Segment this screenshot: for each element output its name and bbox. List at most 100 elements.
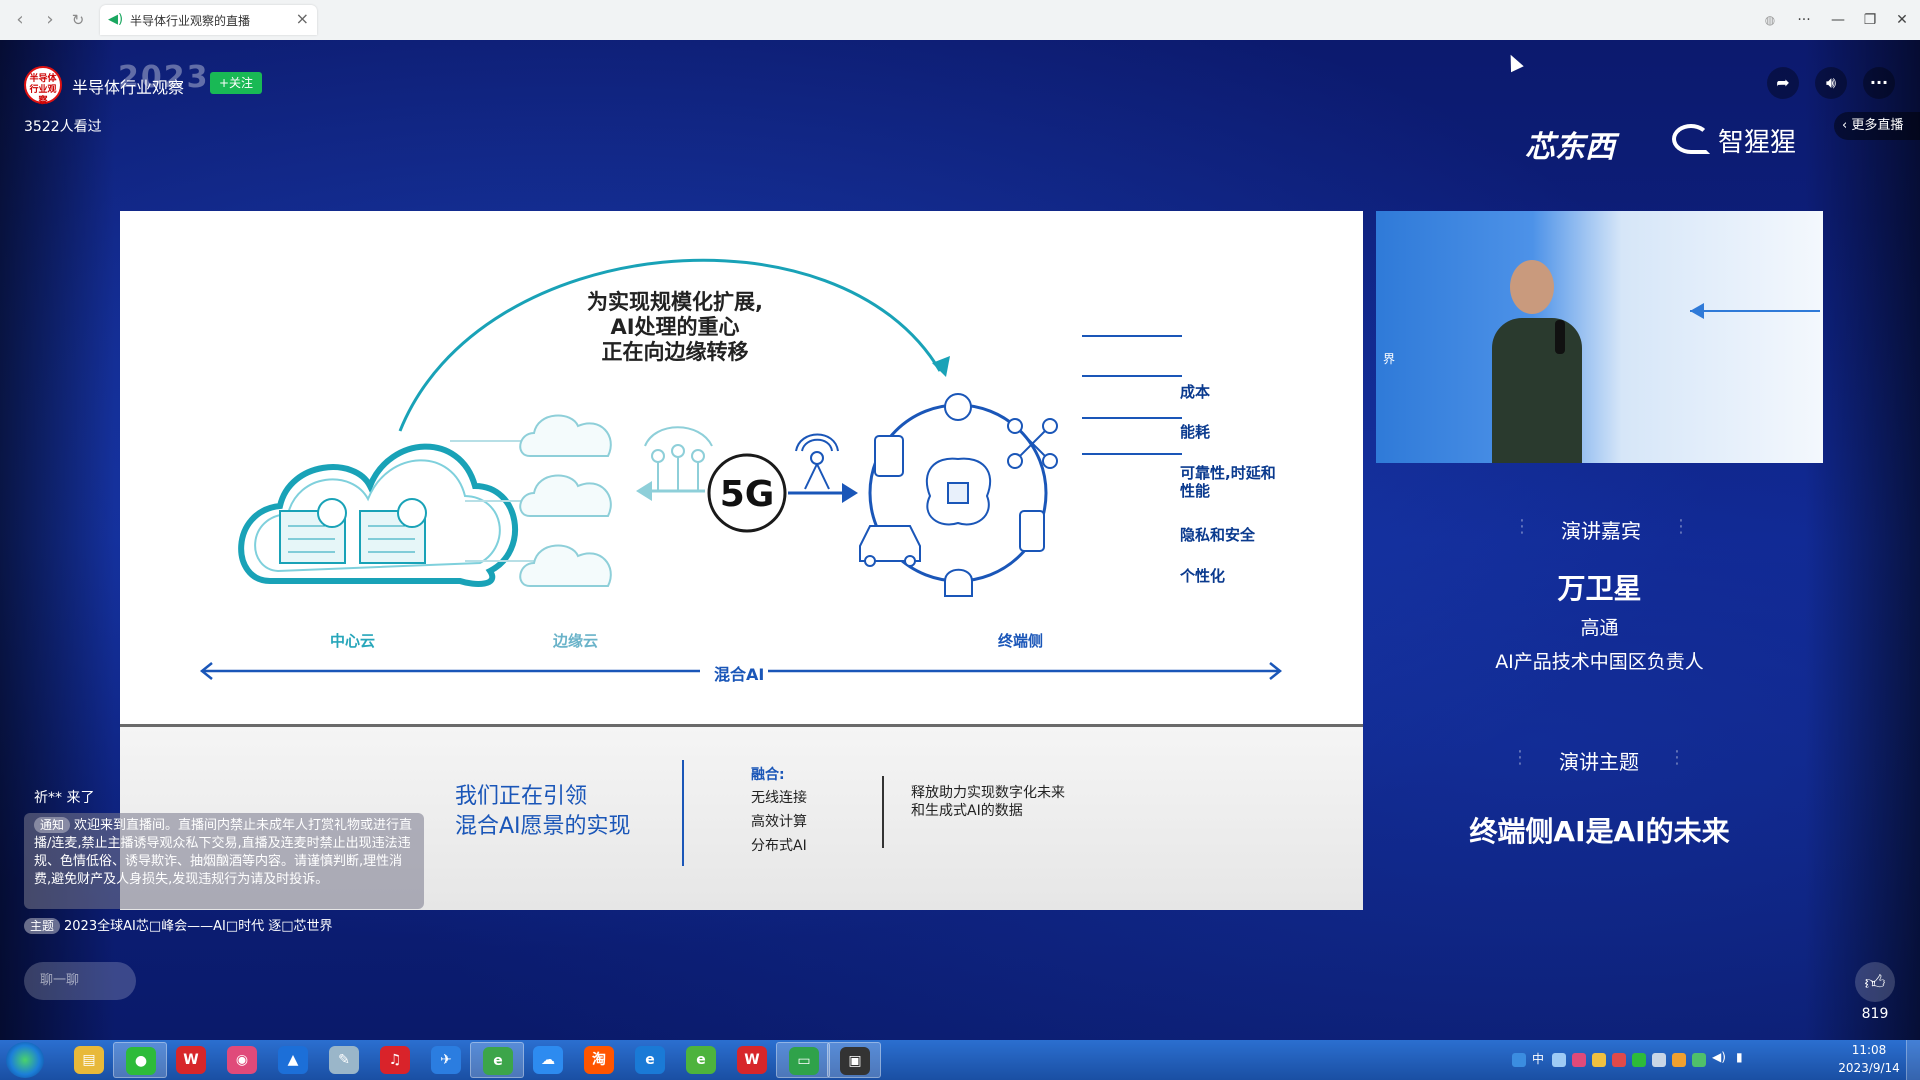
network-tray-icon[interactable] [1552,1053,1566,1067]
slide-separator [682,760,684,866]
share-icon[interactable]: ➦ [1767,67,1799,99]
microphone-icon [1555,320,1565,354]
speech-topic: 终端侧AI是AI的未来 [1469,815,1730,848]
notice-message: 通知 欢迎来到直播间。直播间内禁止未成年人打赏礼物或进行直播/连麦,禁止主播诱导观… [24,813,424,909]
center-cloud-icon [238,443,518,587]
more-live-label: 更多直播 [1851,118,1904,133]
taskbar-app-browser-360[interactable]: e [674,1042,728,1078]
benefit-item: 能耗 [1180,423,1211,441]
slide-headline-line: 正在向边缘转移 [601,340,749,364]
back-button[interactable]: ‹ [8,8,32,32]
app-tray-icon[interactable] [1652,1053,1666,1067]
topic-label: 演讲主题 [1559,750,1639,774]
taskbar-app-mountain-app[interactable]: ▲ [266,1042,320,1078]
music-app-icon: ♫ [380,1046,410,1074]
release-text-line: 释放助力实现数字化未来 [911,785,1065,801]
menu-button[interactable]: ··· [1790,8,1818,32]
audio-playing-icon: ◀) [108,12,124,27]
decor-left-icon: ⋮ [1513,516,1531,537]
wechat-tray-icon[interactable] [1632,1053,1646,1067]
forward-button[interactable]: › [38,8,62,32]
edge-cloud-icon [519,414,612,587]
taskbar-app-color-app[interactable]: ◉ [215,1042,269,1078]
fusion-item: 分布式AI [751,838,807,854]
media-app-icon: ▣ [840,1047,870,1075]
chat-input[interactable]: 聊一聊 [24,962,136,1000]
follow-button[interactable]: +关注 [210,72,262,94]
fusion-title: 融合: [751,767,785,783]
restore-button[interactable]: ❐ [1856,8,1884,32]
show-desktop-button[interactable] [1906,1040,1920,1080]
app-tray-icon[interactable] [1592,1053,1606,1067]
brand-logo-left: 芯东西 [1525,130,1615,165]
stage-vignette-right [1805,40,1920,1040]
reload-button[interactable]: ↻ [66,8,90,32]
brand-logo-right: 智猩猩 [1718,128,1797,158]
browser-green-icon: e [483,1047,513,1075]
wechat-icon: ● [126,1047,156,1075]
speaker-video [1376,211,1823,463]
taskbar-app-remote-desktop[interactable]: ▭ [776,1042,830,1078]
app-tray-icon[interactable] [1692,1053,1706,1067]
close-button[interactable]: ✕ [1888,8,1916,32]
benefit-item: 成本 [1180,383,1211,401]
slide-headline: 为实现规模化扩展, AI处理的重心 正在向边缘转移 [555,290,795,365]
mail-app-icon: ✈ [431,1046,461,1074]
volume-tray-icon[interactable]: ◀) [1712,1050,1726,1064]
viewer-count: 3522人看过 [24,119,102,135]
like-count: 819 [1861,1006,1889,1022]
taskbar-app-wps-office[interactable]: W [725,1042,779,1078]
remote-desktop-icon: ▭ [789,1047,819,1075]
host-avatar[interactable]: 半导体 行业观察 [24,66,62,106]
fusion-item: 无线连接 [751,790,807,806]
more-options-icon[interactable]: ··· [1863,67,1895,99]
taskbar-app-internet-explorer[interactable]: e [623,1042,677,1078]
ime-indicator[interactable]: 中 [1532,1050,1544,1067]
like-icon[interactable]: 👍︎ [1855,962,1895,1002]
host-name[interactable]: 半导体行业观察 [72,74,184,98]
label-device: 终端侧 [998,632,1044,650]
decor-right-icon: ⋮ [1668,747,1686,768]
tab-close-icon[interactable]: × [296,9,309,28]
release-text: 释放助力实现数字化未来 和生成式AI的数据 [911,784,1065,820]
benefit-item: 个性化 [1180,567,1226,585]
taskbar-app-media-app[interactable]: ▣ [827,1042,881,1078]
taskbar-app-wps-spreadsheet[interactable]: W [164,1042,218,1078]
volume-icon[interactable]: 🔊︎ [1815,67,1847,99]
app-tray-icon[interactable] [1572,1053,1586,1067]
label-hybrid-ai: 混合AI [714,665,765,684]
minimize-button[interactable]: — [1824,8,1852,32]
taskbar-app-taobao[interactable]: 淘 [572,1042,626,1078]
clock-time[interactable]: 11:08 [1836,1043,1902,1057]
wps-spreadsheet-icon: W [176,1046,206,1074]
taskbar-app-mail-app[interactable]: ✈ [419,1042,473,1078]
release-text-line: 和生成式AI的数据 [911,803,1023,819]
fusion-item: 高效计算 [751,814,807,830]
taskbar-app-baidu-netdisk[interactable]: ☁ [521,1042,575,1078]
taskbar-app-music-app[interactable]: ♫ [368,1042,422,1078]
taobao-icon: 淘 [584,1046,614,1074]
signal-tray-icon[interactable]: ▮ [1736,1050,1743,1064]
clock-date[interactable]: 2023/9/14 [1830,1061,1908,1075]
arrow-left-icon [1690,303,1704,319]
start-button[interactable] [6,1042,44,1078]
taskbar-app-browser-green[interactable]: e [470,1042,524,1078]
app-tray-icon[interactable] [1612,1053,1626,1067]
more-live-button[interactable]: ‹ 更多直播 [1834,112,1920,140]
file-explorer-icon: ▤ [74,1046,104,1074]
benefit-item: 隐私和安全 [1180,526,1256,544]
slide-bottom-title: 我们正在引领 混合AI愿景的实现 [455,782,631,842]
tab-title: 半导体行业观察的直播 [130,14,251,28]
brain-chip-icon [925,457,992,526]
notice-text: 欢迎来到直播间。直播间内禁止未成年人打赏礼物或进行直播/连麦,禁止主播诱导观众私… [34,818,413,887]
taskbar-app-notepad[interactable]: ✎ [317,1042,371,1078]
search-tray-icon[interactable] [1512,1053,1526,1067]
taskbar-app-file-explorer[interactable]: ▤ [62,1042,116,1078]
globe-icon[interactable]: ◍ [1756,8,1784,32]
label-center-cloud: 中心云 [330,632,376,650]
benefit-item: 可靠性,时延和 性能 [1180,464,1276,500]
browser-tab[interactable]: ◀) 半导体行业观察的直播 × [100,5,317,35]
notice-tag: 通知 [34,817,71,833]
shield-tray-icon[interactable] [1672,1053,1686,1067]
taskbar-app-wechat[interactable]: ● [113,1042,167,1078]
